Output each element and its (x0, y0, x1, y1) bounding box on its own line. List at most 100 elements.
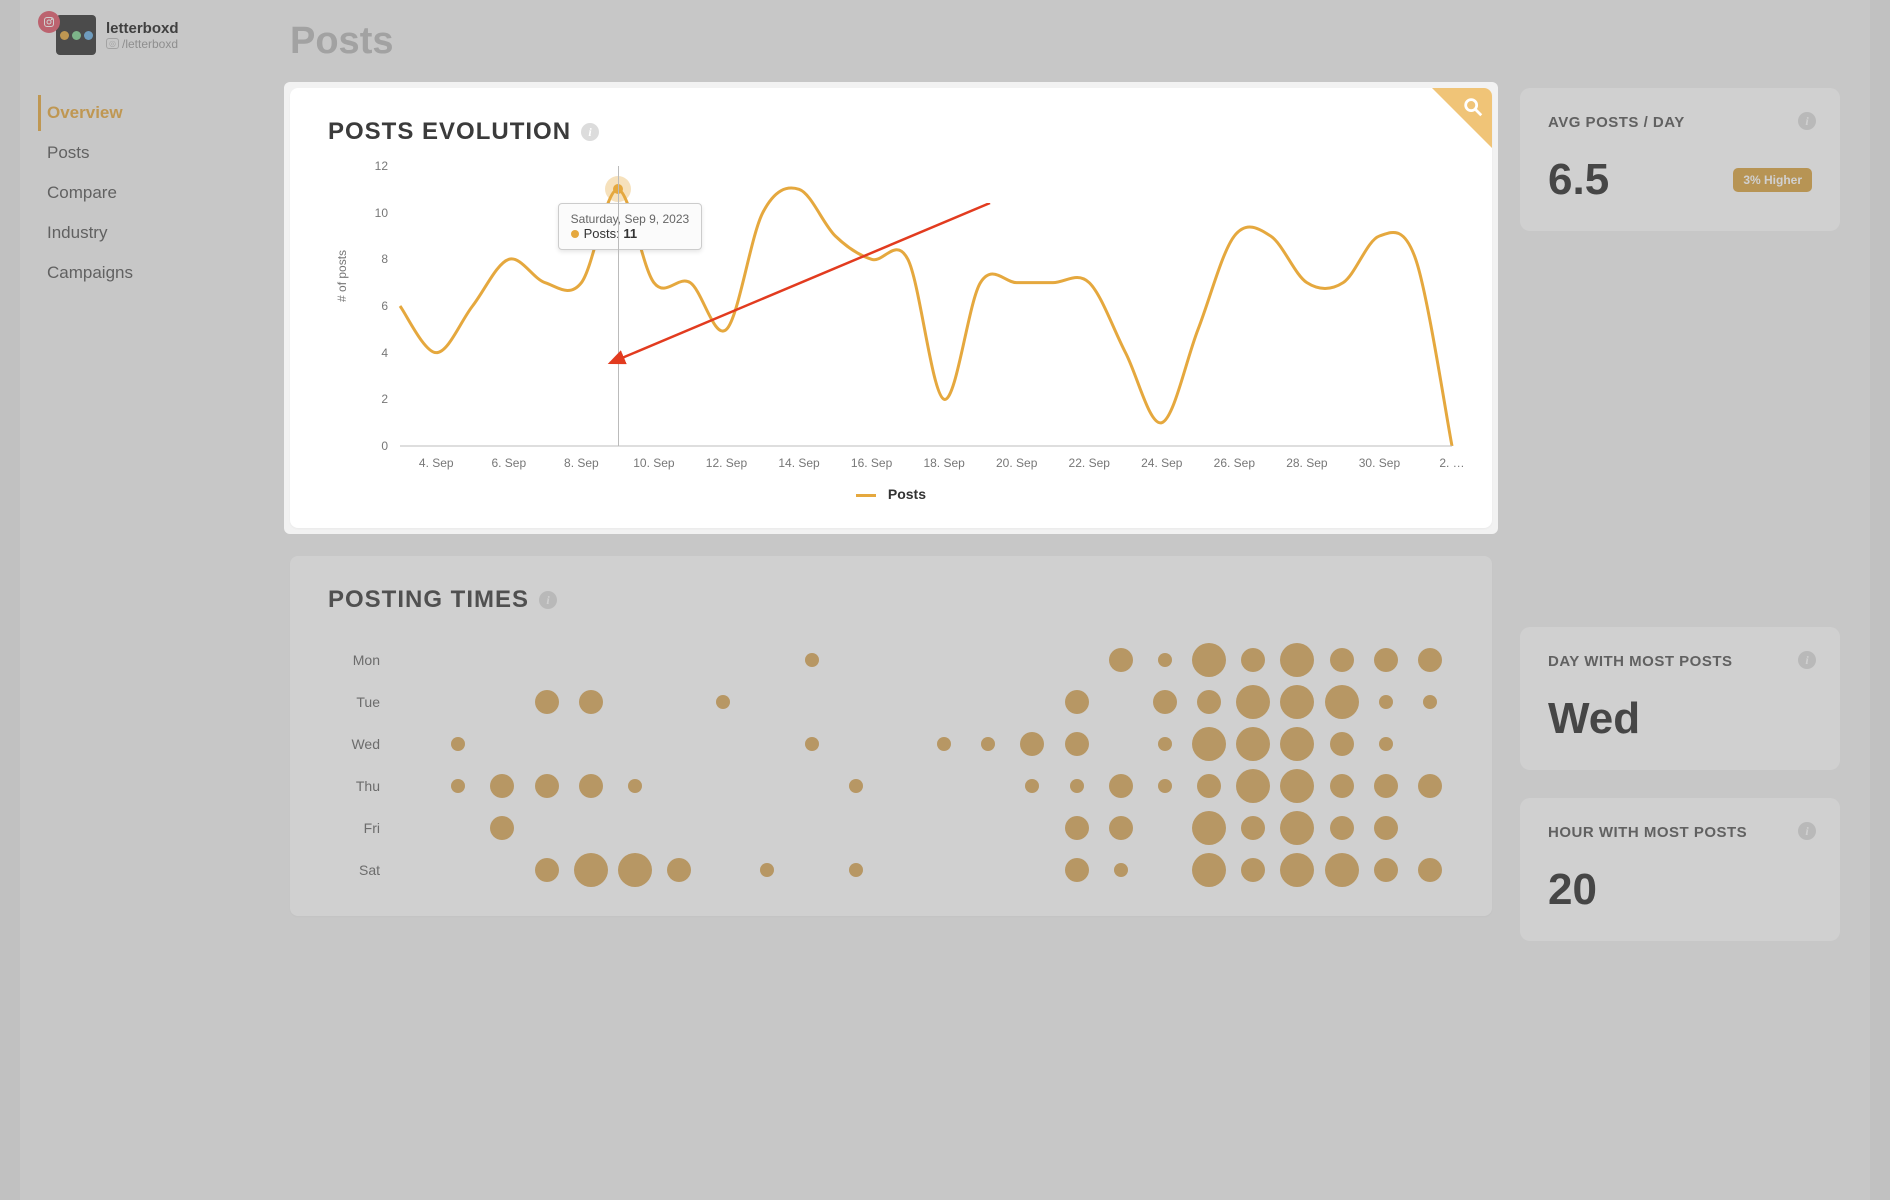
posting-cells[interactable] (392, 811, 1452, 845)
posting-bubble[interactable] (716, 695, 730, 709)
posting-cells[interactable] (392, 727, 1452, 761)
posting-bubble[interactable] (1114, 863, 1128, 877)
posting-bubble[interactable] (451, 737, 465, 751)
info-icon[interactable]: i (539, 591, 557, 609)
posting-bubble[interactable] (1236, 769, 1270, 803)
posting-bubble[interactable] (1192, 811, 1226, 845)
posting-cells[interactable] (392, 685, 1452, 719)
posting-bubble[interactable] (1065, 858, 1089, 882)
posting-bubble[interactable] (574, 853, 608, 887)
posting-bubble[interactable] (1158, 737, 1172, 751)
posting-bubble[interactable] (618, 853, 652, 887)
legend-label: Posts (888, 486, 926, 502)
posting-bubble[interactable] (628, 779, 642, 793)
posting-bubble[interactable] (535, 690, 559, 714)
posting-bubble[interactable] (535, 858, 559, 882)
posting-bubble[interactable] (579, 690, 603, 714)
info-icon[interactable]: i (1798, 822, 1816, 840)
posting-bubble[interactable] (849, 779, 863, 793)
posting-bubble[interactable] (1374, 816, 1398, 840)
posting-bubble[interactable] (1330, 648, 1354, 672)
zoom-icon[interactable] (1462, 96, 1484, 123)
nav-item-posts[interactable]: Posts (38, 135, 242, 171)
nav-item-compare[interactable]: Compare (38, 175, 242, 211)
posting-bubble[interactable] (1423, 695, 1437, 709)
posting-bubble[interactable] (1280, 727, 1314, 761)
info-icon[interactable]: i (1798, 112, 1816, 130)
posting-bubble[interactable] (805, 653, 819, 667)
posting-bubble[interactable] (667, 858, 691, 882)
posting-times-body[interactable]: MonTueWedThuFriSat (290, 614, 1492, 916)
chart-plot[interactable]: 4. Sep6. Sep8. Sep10. Sep12. Sep14. Sep1… (400, 166, 1452, 446)
posting-row: Thu (330, 765, 1452, 807)
posting-bubble[interactable] (1109, 648, 1133, 672)
posting-cells[interactable] (392, 853, 1452, 887)
posting-bubble[interactable] (1330, 732, 1354, 756)
chart[interactable]: # of posts 4. Sep6. Sep8. Sep10. Sep12. … (380, 166, 1452, 476)
posting-bubble[interactable] (1065, 690, 1089, 714)
posting-bubble[interactable] (1418, 774, 1442, 798)
posting-bubble[interactable] (1236, 727, 1270, 761)
nav-item-campaigns[interactable]: Campaigns (38, 255, 242, 291)
posting-bubble[interactable] (535, 774, 559, 798)
posting-bubble[interactable] (490, 774, 514, 798)
posting-bubble[interactable] (1153, 690, 1177, 714)
posting-bubble[interactable] (451, 779, 465, 793)
posting-bubble[interactable] (1197, 774, 1221, 798)
posting-row: Mon (330, 639, 1452, 681)
nav-item-industry[interactable]: Industry (38, 215, 242, 251)
posting-bubble[interactable] (1418, 858, 1442, 882)
posting-bubble[interactable] (1020, 732, 1044, 756)
posting-bubble[interactable] (1070, 779, 1084, 793)
instagram-icon: ◎ (106, 38, 119, 49)
posting-bubble[interactable] (1374, 774, 1398, 798)
posting-bubble[interactable] (490, 816, 514, 840)
posting-bubble[interactable] (1065, 816, 1089, 840)
posting-day-label: Sat (330, 862, 380, 878)
profile-block[interactable]: letterboxd ◎ /letterboxd (38, 15, 242, 55)
posting-bubble[interactable] (1241, 858, 1265, 882)
nav-item-overview[interactable]: Overview (38, 95, 242, 131)
posting-bubble[interactable] (1065, 732, 1089, 756)
posting-bubble[interactable] (1374, 858, 1398, 882)
posting-bubble[interactable] (1241, 648, 1265, 672)
posting-cells[interactable] (392, 769, 1452, 803)
posting-bubble[interactable] (1158, 653, 1172, 667)
info-icon[interactable]: i (581, 123, 599, 141)
posting-bubble[interactable] (805, 737, 819, 751)
posting-bubble[interactable] (1379, 695, 1393, 709)
posting-bubble[interactable] (1418, 648, 1442, 672)
day-most-posts-card: i DAY WITH MOST POSTS Wed (1520, 627, 1840, 770)
posting-bubble[interactable] (1192, 643, 1226, 677)
posting-bubble[interactable] (1109, 816, 1133, 840)
posting-bubble[interactable] (1325, 853, 1359, 887)
posting-bubble[interactable] (1374, 648, 1398, 672)
posting-bubble[interactable] (1158, 779, 1172, 793)
posting-bubble[interactable] (1280, 811, 1314, 845)
info-icon[interactable]: i (1798, 651, 1816, 669)
posting-bubble[interactable] (1330, 774, 1354, 798)
posting-bubble[interactable] (579, 774, 603, 798)
posting-bubble[interactable] (1025, 779, 1039, 793)
posting-bubble[interactable] (1192, 727, 1226, 761)
posting-bubble[interactable] (1280, 853, 1314, 887)
posting-bubble[interactable] (937, 737, 951, 751)
posting-bubble[interactable] (1330, 816, 1354, 840)
posting-bubble[interactable] (1280, 643, 1314, 677)
posting-bubble[interactable] (1379, 737, 1393, 751)
posting-bubble[interactable] (760, 863, 774, 877)
posting-cells[interactable] (392, 643, 1452, 677)
posting-bubble[interactable] (1109, 774, 1133, 798)
posting-bubble[interactable] (1325, 685, 1359, 719)
x-tick: 12. Sep (706, 456, 747, 470)
posting-bubble[interactable] (1241, 816, 1265, 840)
posting-bubble[interactable] (1280, 769, 1314, 803)
posting-bubble[interactable] (1197, 690, 1221, 714)
posting-row: Fri (330, 807, 1452, 849)
spacer (1520, 259, 1840, 599)
posting-bubble[interactable] (981, 737, 995, 751)
posting-bubble[interactable] (1236, 685, 1270, 719)
posting-bubble[interactable] (1280, 685, 1314, 719)
posting-bubble[interactable] (1192, 853, 1226, 887)
posting-bubble[interactable] (849, 863, 863, 877)
